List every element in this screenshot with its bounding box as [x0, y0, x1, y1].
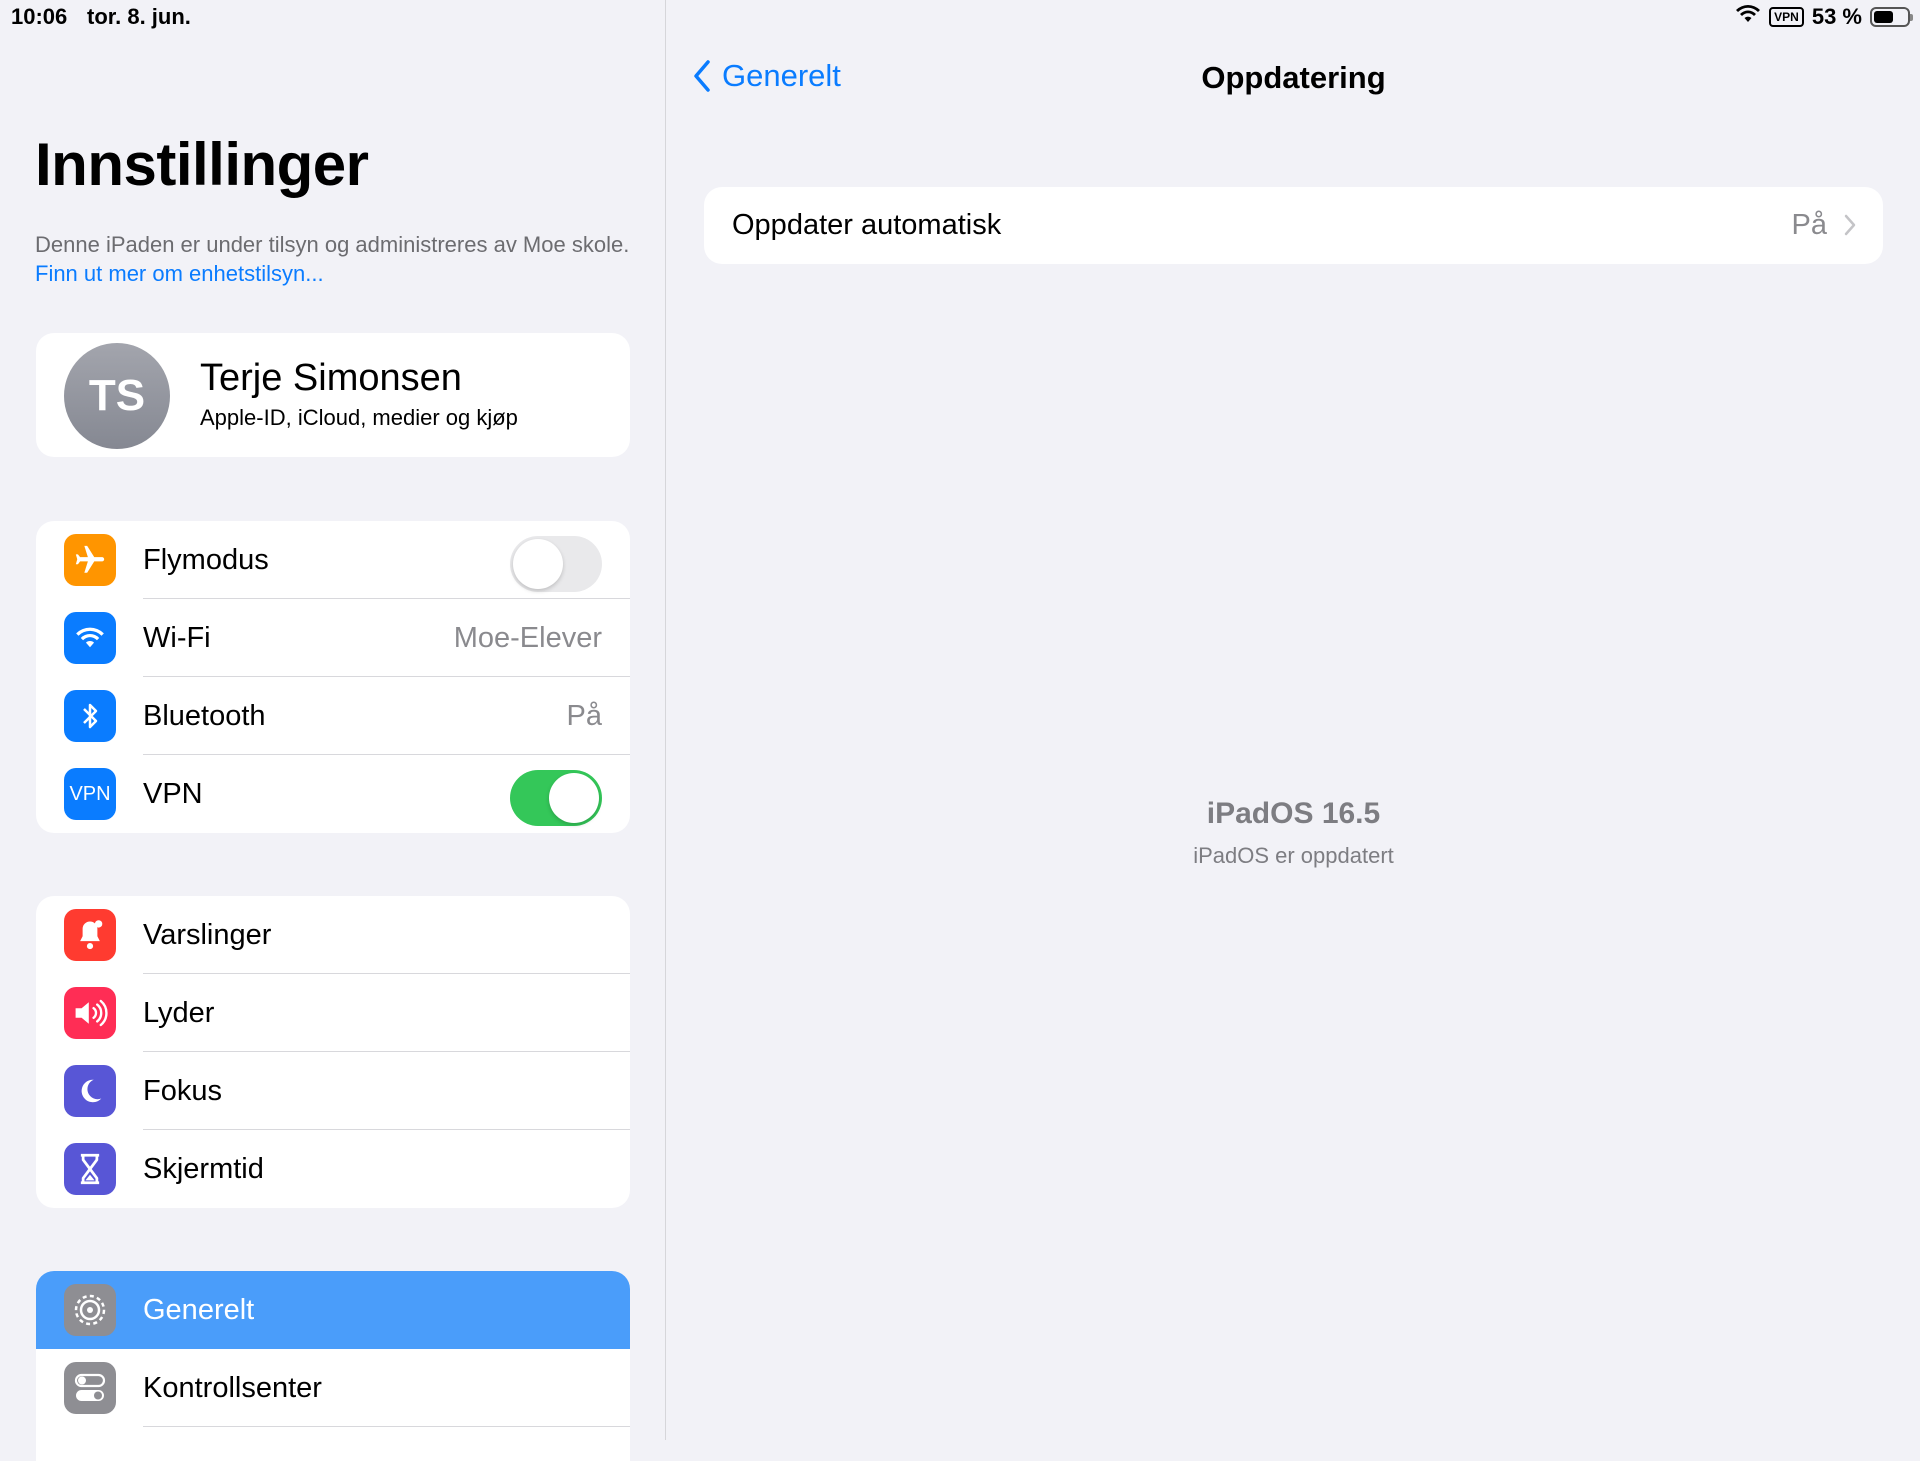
os-version: iPadOS 16.5 — [1206, 797, 1381, 830]
airplane-icon — [64, 534, 116, 586]
sidebar-item-label: Kontrollsenter — [143, 1372, 322, 1404]
sidebar-item-fokus[interactable]: Fokus — [36, 1052, 630, 1130]
sidebar-item-bluetooth[interactable]: Bluetooth På — [36, 677, 630, 755]
wifi-icon — [64, 612, 116, 664]
wifi-status-icon — [1735, 4, 1761, 30]
avatar: TS — [64, 343, 170, 449]
auto-update-label: Oppdater automatisk — [732, 209, 1002, 241]
sidebar-item-label: Fokus — [143, 1075, 222, 1107]
os-status: iPadOS er oppdatert — [1193, 843, 1394, 868]
sidebar-item-kontrollsenter[interactable]: Kontrollsenter — [36, 1349, 630, 1427]
sidebar-item-label: Wi-Fi — [143, 622, 211, 654]
sidebar-item-label: Varslinger — [143, 919, 272, 951]
vpn-toggle[interactable] — [510, 770, 602, 826]
auto-update-value: På — [1791, 209, 1827, 241]
hourglass-icon — [64, 1143, 116, 1195]
gear-icon — [64, 1284, 116, 1336]
sidebar-item-varslinger[interactable]: Varslinger — [36, 896, 630, 974]
status-right: VPN 53 % — [1735, 4, 1913, 30]
sidebar-item-skjermtid[interactable]: Skjermtid — [36, 1130, 630, 1208]
settings-sidebar: Innstillinger Denne iPaden er under tils… — [0, 0, 666, 1461]
status-date: tor. 8. jun. — [87, 4, 191, 29]
vpn-icon: VPN — [64, 768, 116, 820]
sidebar-item-label: VPN — [143, 778, 203, 810]
sidebar-item-wifi[interactable]: Wi-Fi Moe-Elever — [36, 599, 630, 677]
apple-id-profile-card[interactable]: TS Terje Simonsen Apple-ID, iCloud, medi… — [36, 333, 630, 457]
battery-percent: 53 % — [1811, 4, 1862, 29]
bell-icon — [64, 909, 116, 961]
profile-name: Terje Simonsen — [200, 357, 462, 399]
detail-pane: Generelt Oppdatering Oppdater automatisk… — [667, 0, 1920, 1440]
sidebar-item-label: Skjermtid — [143, 1153, 264, 1185]
chevron-right-icon — [1844, 214, 1856, 236]
speaker-icon — [64, 987, 116, 1039]
status-time: 10:06 — [11, 4, 68, 29]
auto-update-row[interactable]: Oppdater automatisk På — [704, 187, 1883, 264]
system-group: Generelt Kontrollsenter — [36, 1271, 630, 1461]
airplane-mode-toggle[interactable] — [510, 536, 602, 592]
sidebar-item-flymodus[interactable]: Flymodus — [36, 521, 630, 599]
sidebar-item-generelt[interactable]: Generelt — [36, 1271, 630, 1349]
sidebar-item-label: Flymodus — [143, 544, 269, 576]
status-bar: 10:06 tor. 8. jun. VPN 53 % — [0, 0, 1920, 36]
moon-icon — [64, 1065, 116, 1117]
notifications-group: Varslinger Lyder Fokus Skjermtid — [36, 896, 630, 1208]
page-title: Oppdatering — [1201, 60, 1386, 95]
sidebar-title: Innstillinger — [35, 131, 369, 198]
supervision-learn-more-link[interactable]: Finn ut mer om enhetstilsyn... — [35, 261, 324, 286]
bluetooth-icon — [64, 690, 116, 742]
sidebar-item-label: Lyder — [143, 997, 215, 1029]
supervision-text: Denne iPaden er under tilsyn og administ… — [35, 232, 630, 257]
wifi-network-value: Moe-Elever — [453, 622, 602, 654]
supervision-notice: Denne iPaden er under tilsyn og administ… — [35, 230, 635, 288]
battery-icon — [1870, 7, 1913, 27]
sidebar-item-lyder[interactable]: Lyder — [36, 974, 630, 1052]
switches-icon — [64, 1362, 116, 1414]
connectivity-group: Flymodus Wi-Fi Moe-Elever Bluetooth På V… — [36, 521, 630, 833]
sidebar-item-label: Generelt — [143, 1294, 255, 1326]
vpn-status-badge: VPN — [1769, 7, 1804, 27]
bluetooth-value: På — [566, 700, 602, 732]
sidebar-item-vpn[interactable]: VPN VPN — [36, 755, 630, 833]
profile-subtitle: Apple-ID, iCloud, medier og kjøp — [200, 405, 518, 430]
sidebar-item-label: Bluetooth — [143, 700, 266, 732]
